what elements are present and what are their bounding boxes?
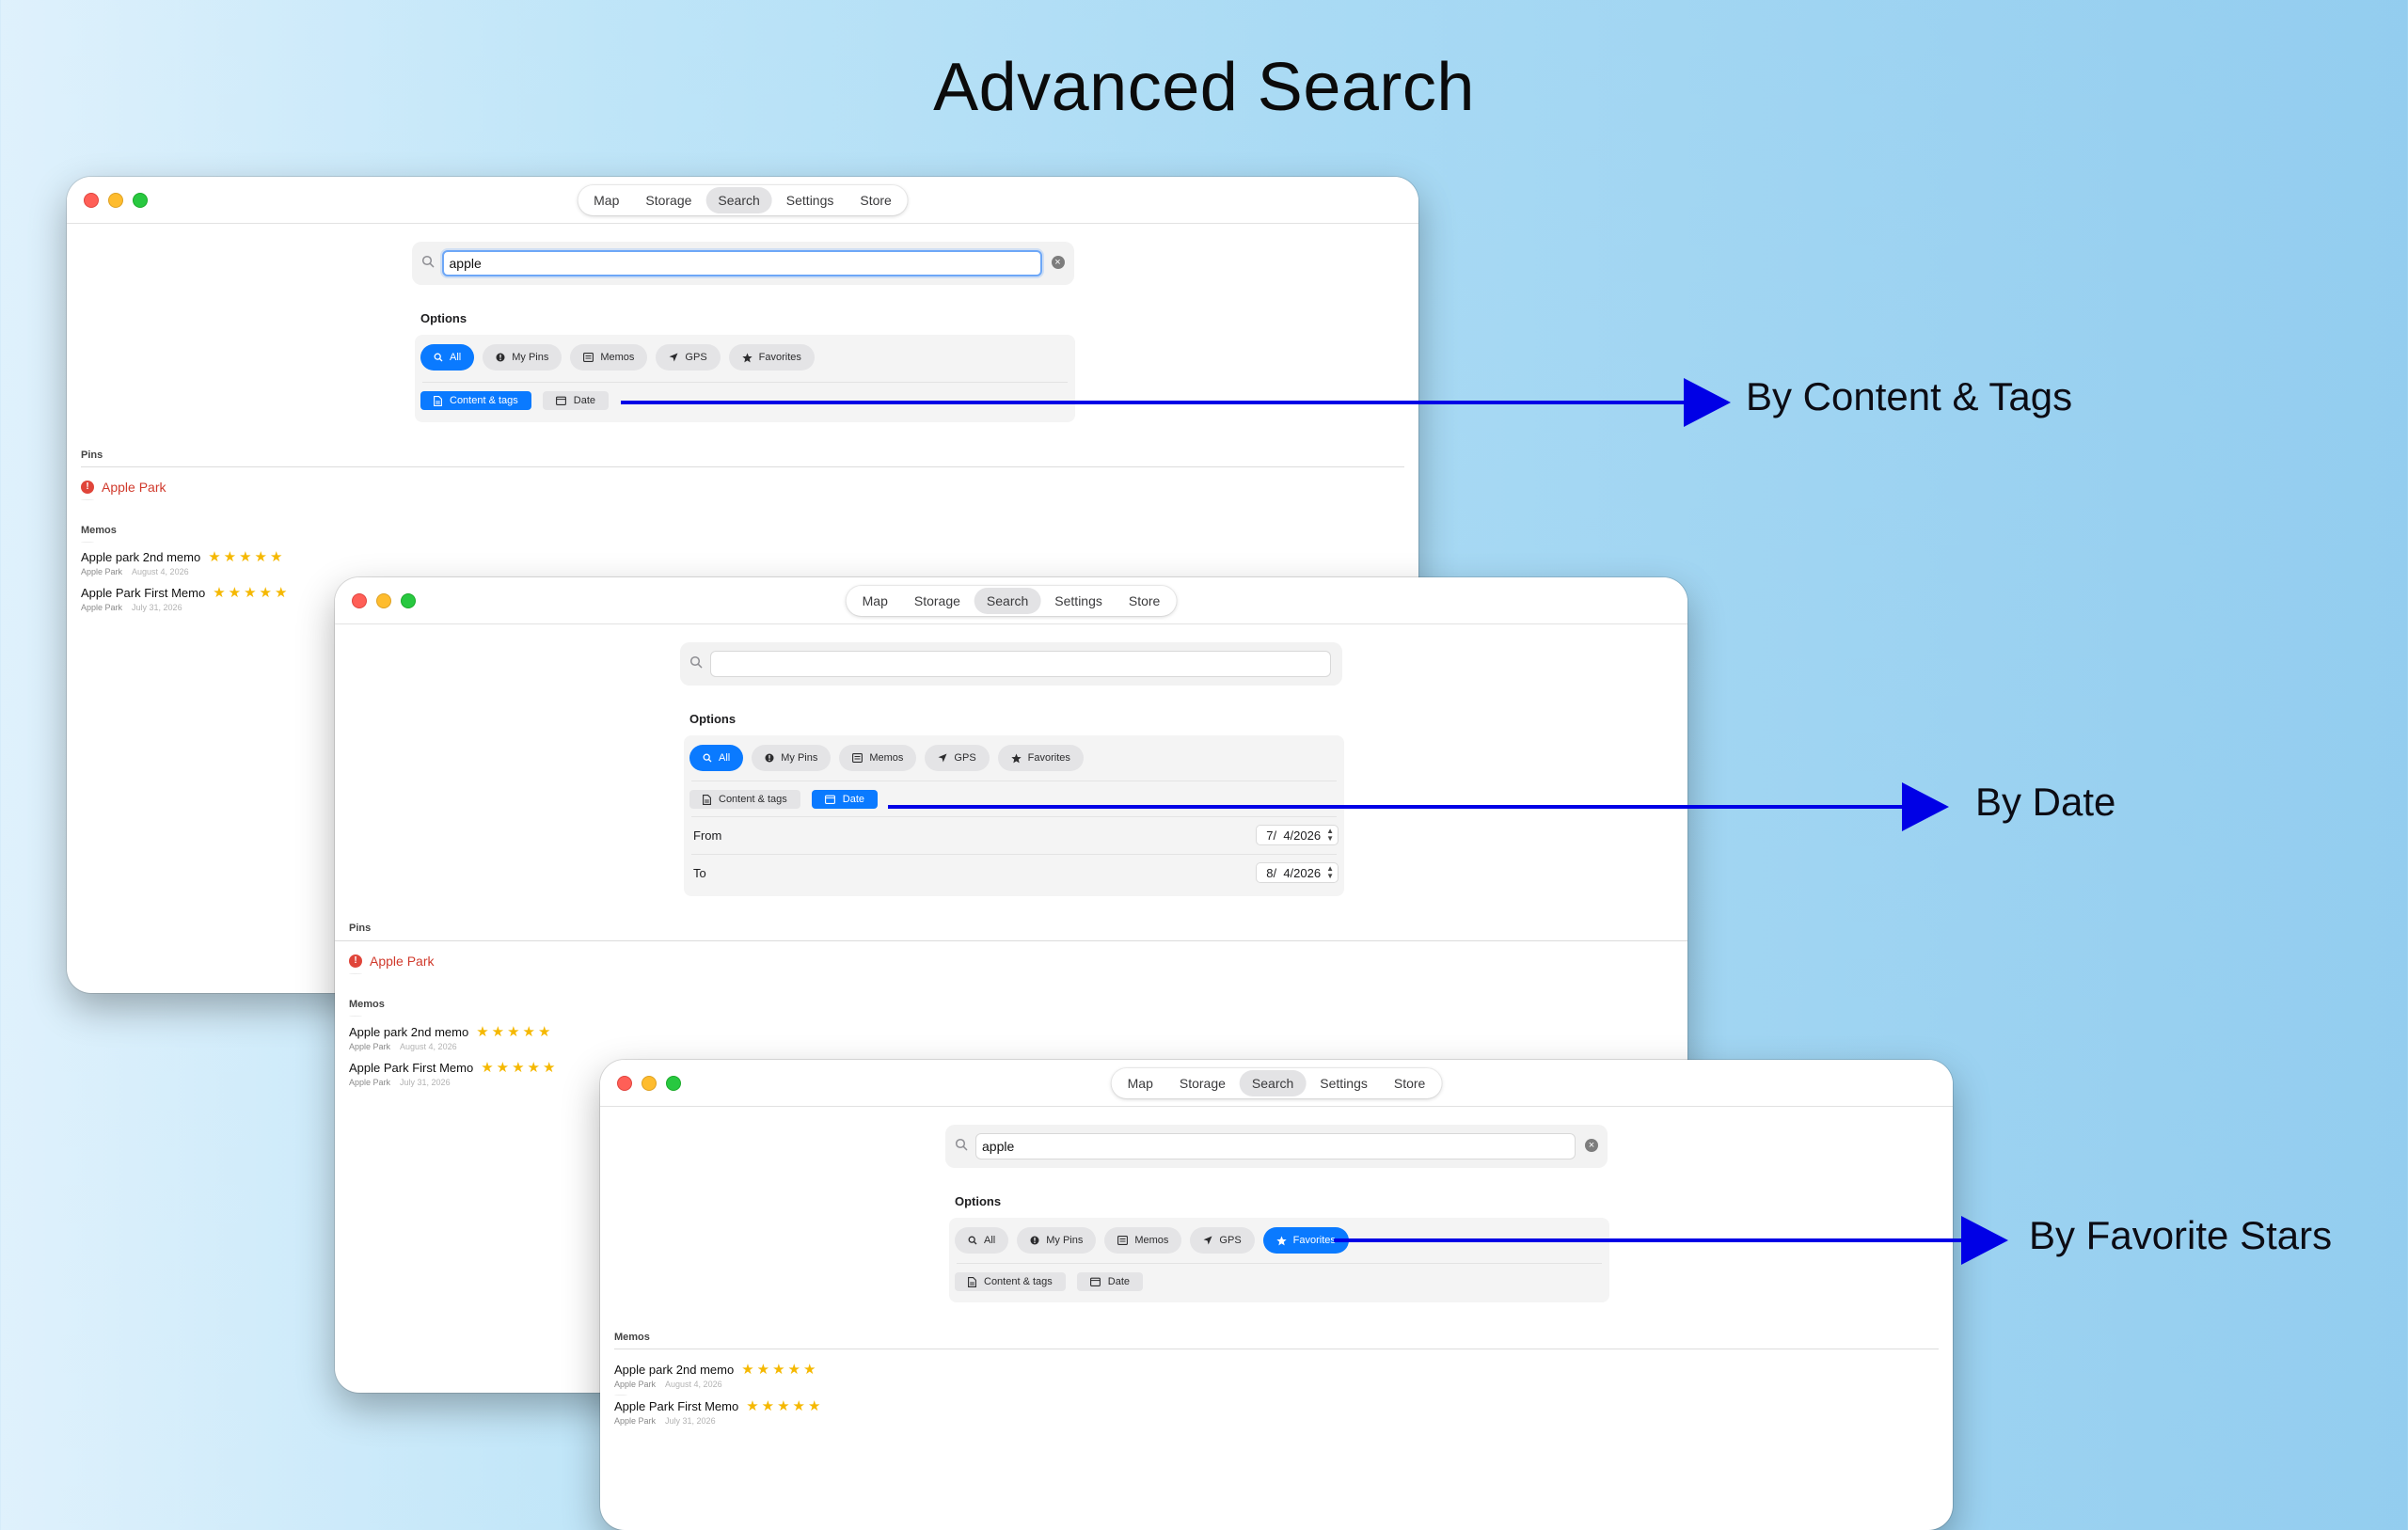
arrow-content-tags <box>621 378 1731 427</box>
callout-favorites: By Favorite Stars <box>2029 1213 2333 1257</box>
callout-arrows <box>621 378 2008 1265</box>
callout-content-tags: By Content & Tags <box>1746 374 2073 418</box>
arrow-favorites <box>1334 1216 2008 1265</box>
callout-date: By Date <box>1975 780 2116 824</box>
arrow-date <box>888 782 1949 831</box>
